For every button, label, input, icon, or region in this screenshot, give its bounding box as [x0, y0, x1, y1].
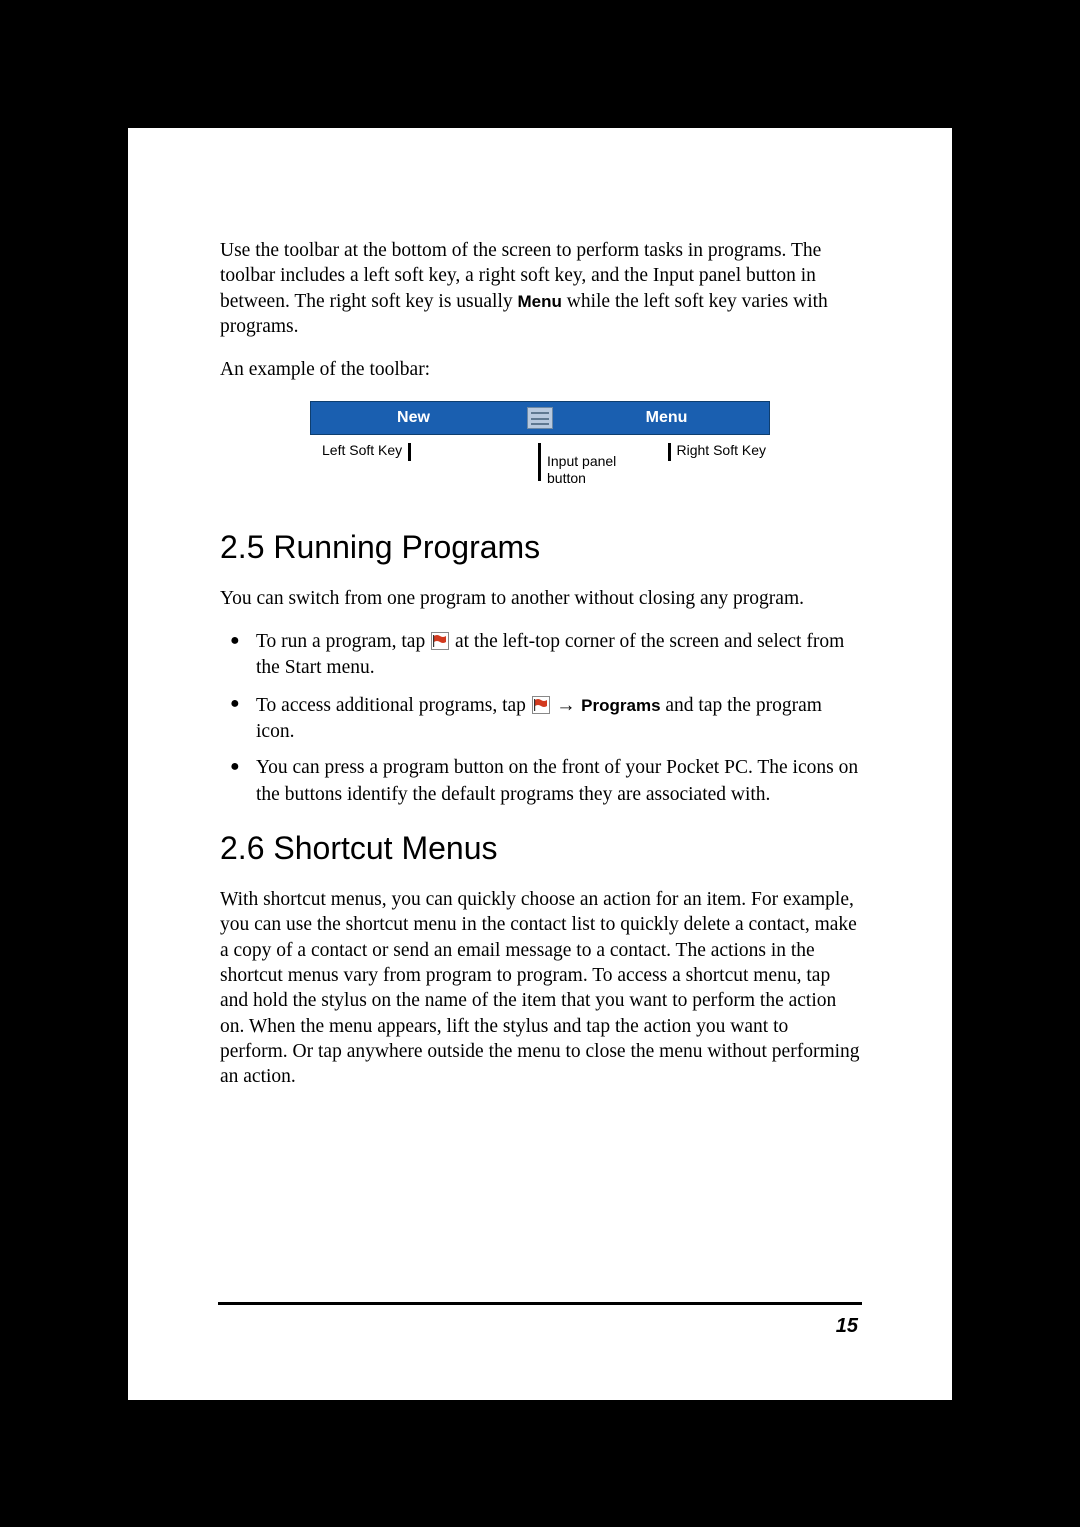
input-panel-annotation: Input panel button: [538, 443, 616, 487]
tick-mark-icon: [408, 443, 411, 461]
start-flag-icon: [431, 632, 449, 650]
toolbar-new-label: New: [397, 409, 430, 427]
section-2-5-heading: 2.5 Running Programs: [220, 529, 860, 566]
keyboard-icon: [527, 407, 553, 429]
footer-rule: [218, 1302, 862, 1305]
input-panel-label: Input panel button: [547, 453, 616, 487]
programs-bold-word: Programs: [581, 696, 660, 715]
toolbar-menu-section: Menu: [564, 409, 769, 427]
bullet2-part-a: To access additional programs, tap: [256, 695, 531, 716]
bullet3-text: You can press a program button on the fr…: [256, 757, 858, 804]
left-soft-key-annotation: Left Soft Key: [322, 443, 411, 461]
content-area: Use the toolbar at the bottom of the scr…: [220, 238, 860, 1090]
toolbar-input-section: [516, 407, 564, 429]
page-number: 15: [218, 1315, 862, 1338]
section-2-6-heading: 2.6 Shortcut Menus: [220, 830, 860, 867]
start-flag-icon: [532, 696, 550, 714]
tick-mark-icon: [538, 443, 541, 481]
right-soft-key-annotation: Right Soft Key: [668, 443, 767, 461]
section-2-6-body: With shortcut menus, you can quickly cho…: [220, 887, 860, 1090]
input-panel-line1: Input panel: [547, 453, 616, 469]
left-soft-key-label: Left Soft Key: [322, 442, 402, 458]
input-panel-line2: button: [547, 470, 586, 486]
page-footer: 15: [218, 1302, 862, 1338]
section-2-5-intro: You can switch from one program to anoth…: [220, 586, 860, 611]
list-item: To access additional programs, tap → Pro…: [220, 692, 860, 746]
intro-paragraph: Use the toolbar at the bottom of the scr…: [220, 238, 860, 339]
bullet1-part-a: To run a program, tap: [256, 631, 430, 652]
list-item: To run a program, tap at the left-top co…: [220, 629, 860, 682]
list-item: You can press a program button on the fr…: [220, 755, 860, 808]
toolbar-menu-label: Menu: [646, 409, 688, 427]
toolbar-new-section: New: [311, 409, 516, 427]
toolbar-annotations: Left Soft Key Input panel button Right S…: [310, 437, 770, 507]
menu-bold-word: Menu: [518, 292, 562, 311]
arrow-right-icon: →: [551, 694, 581, 716]
tick-mark-icon: [668, 443, 671, 461]
right-soft-key-label: Right Soft Key: [677, 442, 767, 458]
running-programs-list: To run a program, tap at the left-top co…: [220, 629, 860, 808]
toolbar-figure: New Menu Left Soft Key Input panel: [310, 401, 770, 507]
toolbar-bar: New Menu: [310, 401, 770, 435]
example-intro: An example of the toolbar:: [220, 357, 860, 382]
document-page: Use the toolbar at the bottom of the scr…: [128, 128, 952, 1400]
